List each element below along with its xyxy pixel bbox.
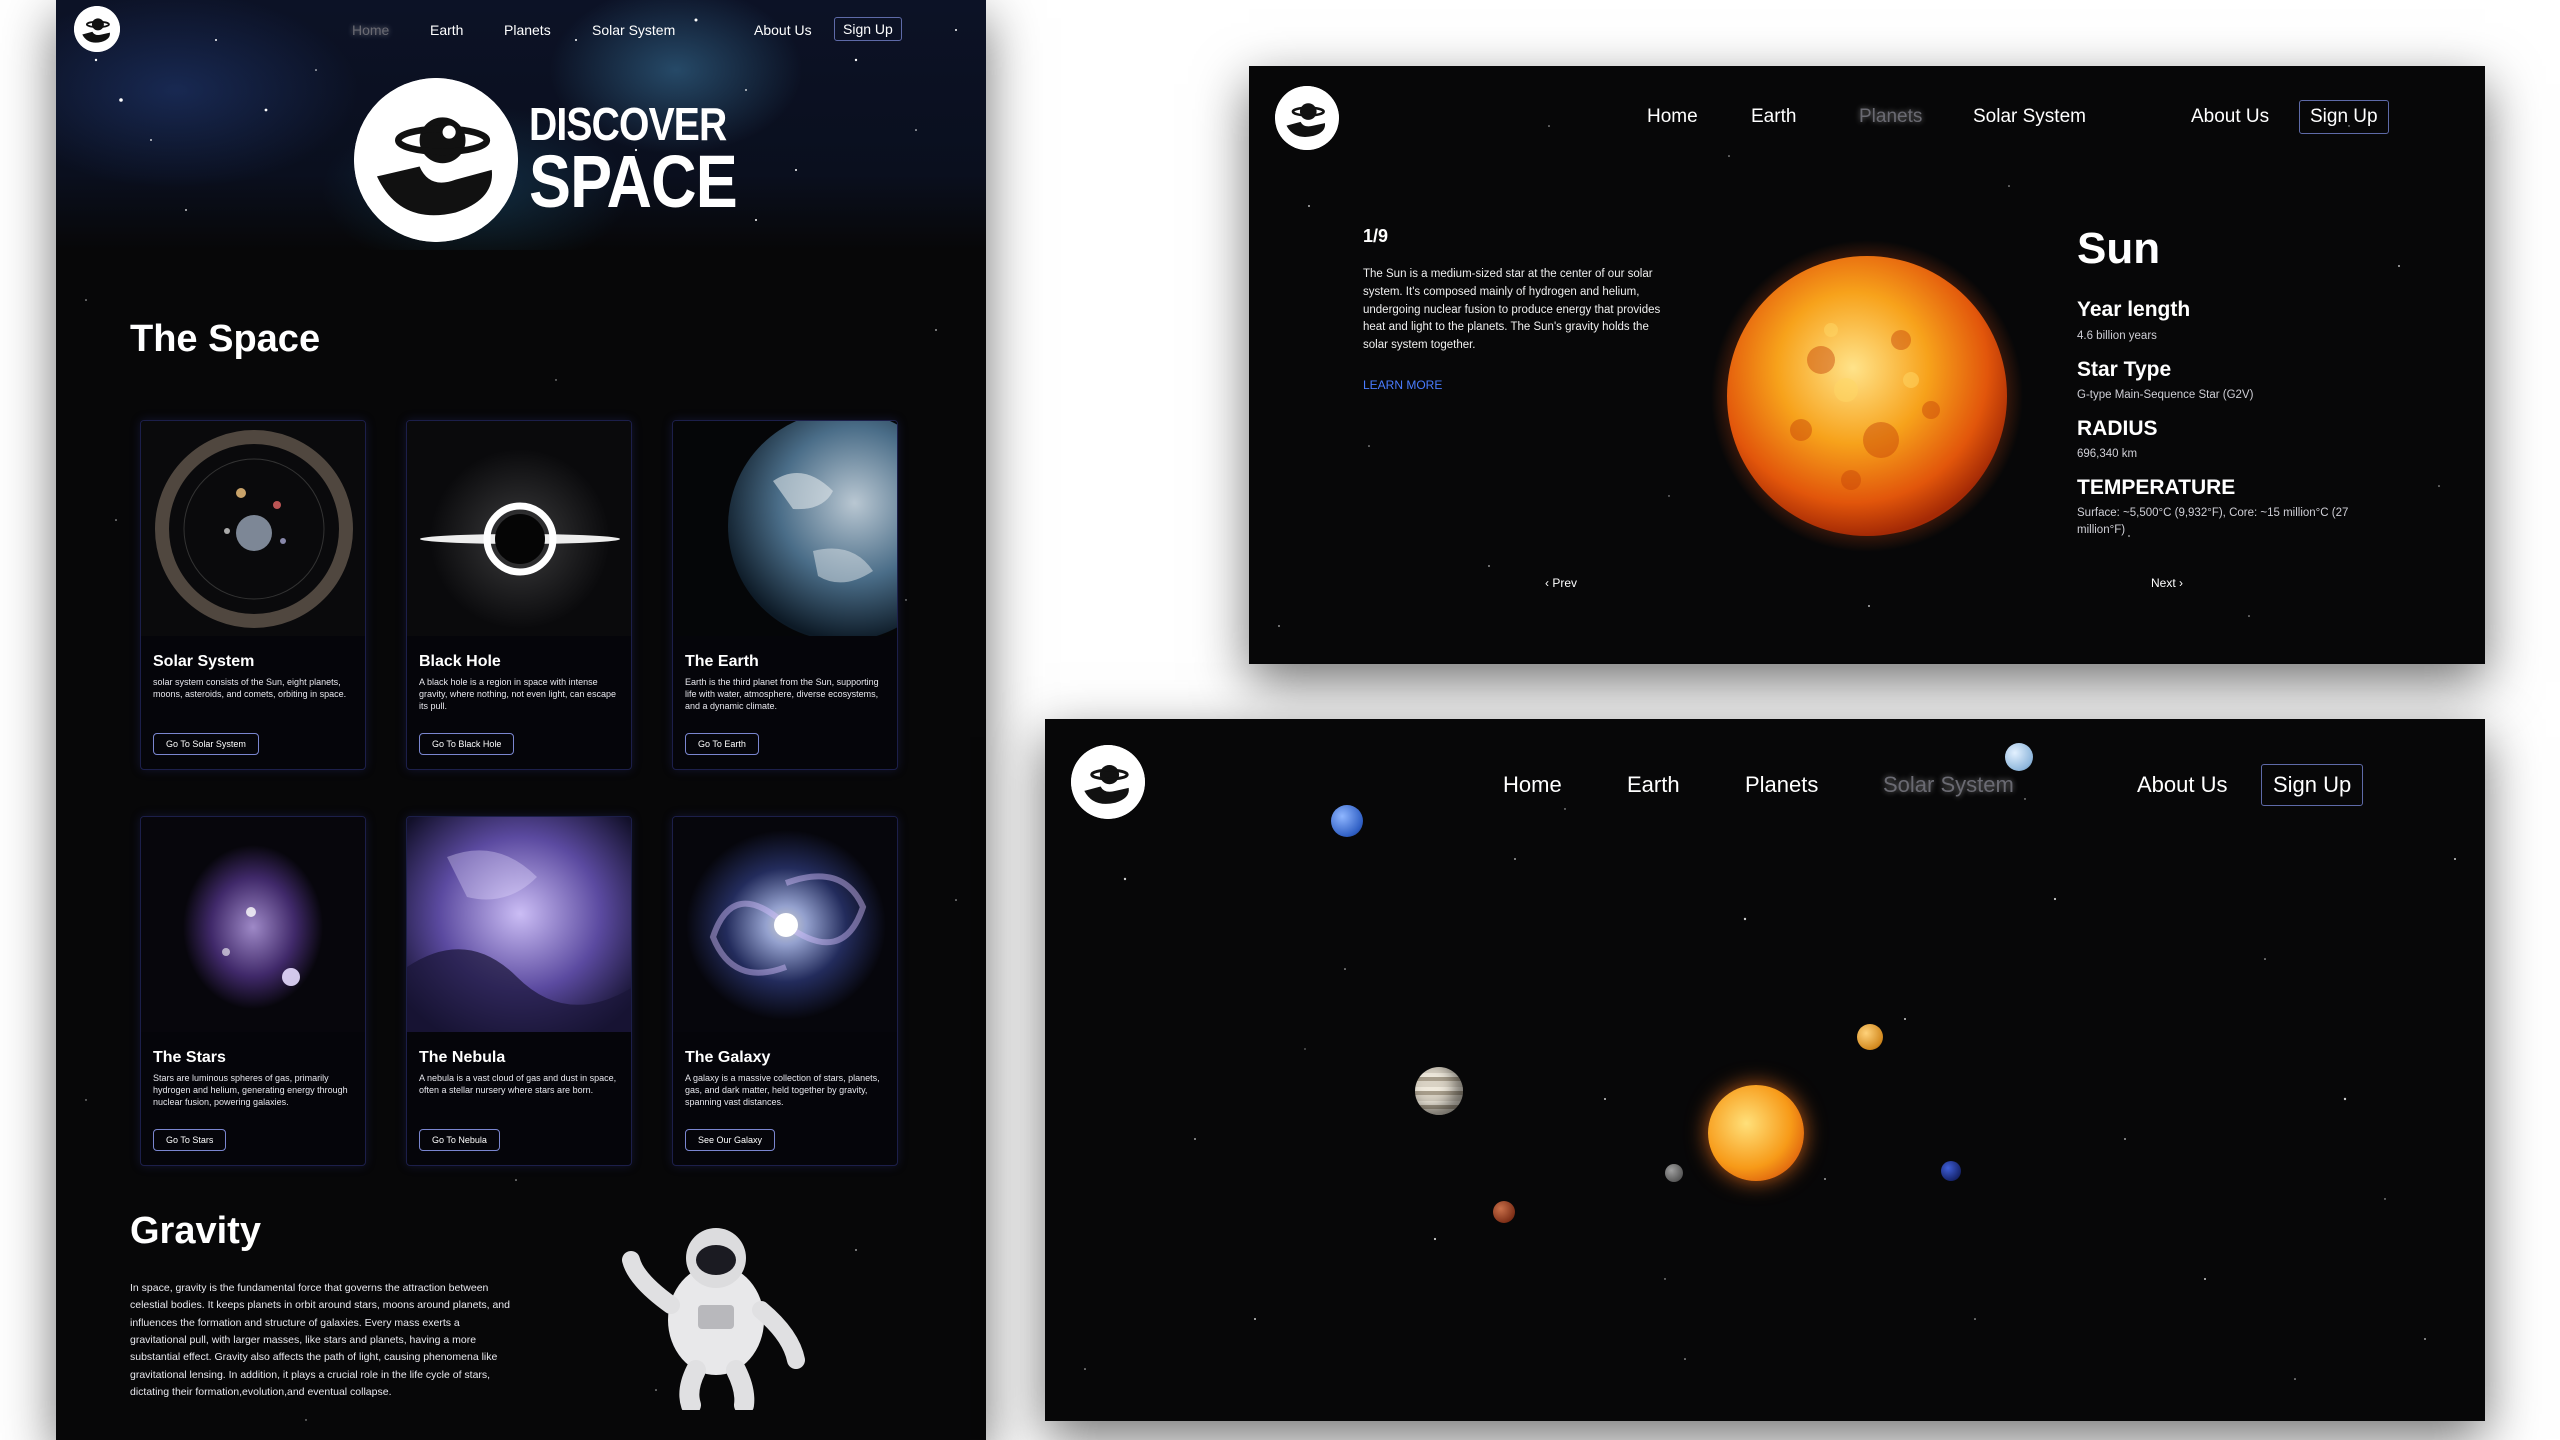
sun-planet[interactable] bbox=[1708, 1085, 1804, 1181]
solar-system-image bbox=[141, 421, 365, 636]
nav-home[interactable]: Home bbox=[352, 22, 389, 38]
learn-more-link[interactable]: LEARN MORE bbox=[1363, 378, 1442, 392]
go-to-earth-button[interactable]: Go To Earth bbox=[685, 733, 759, 755]
nav-solar-system[interactable]: Solar System bbox=[1883, 772, 2014, 798]
earth-planet[interactable] bbox=[1941, 1161, 1961, 1181]
stat-label: TEMPERATURE bbox=[2077, 476, 2236, 499]
go-to-stars-button[interactable]: Go To Stars bbox=[153, 1129, 227, 1151]
solar-system-mockup: Home Earth Planets Solar System About Us… bbox=[1045, 719, 2485, 1421]
stat-label: Year length bbox=[2077, 298, 2191, 321]
planet-detail-mockup: Home Earth Planets Solar System About Us… bbox=[1249, 66, 2485, 664]
stat-value: G-type Main-Sequence Star (G2V) bbox=[2077, 389, 2254, 401]
planet-description: The Sun is a medium-sized star at the ce… bbox=[1363, 268, 1661, 352]
go-to-black-hole-button[interactable]: Go To Black Hole bbox=[419, 733, 515, 755]
card-nebula: The Nebula A nebula is a vast cloud of g… bbox=[406, 816, 632, 1166]
starfield bbox=[1084, 798, 2456, 1380]
nav-home[interactable]: Home bbox=[1503, 772, 1562, 798]
card-description: A galaxy is a massive collection of star… bbox=[685, 1073, 880, 1108]
card-earth: The Earth Earth is the third planet from… bbox=[672, 420, 898, 770]
card-stars: The Stars Stars are luminous spheres of … bbox=[140, 816, 366, 1166]
go-to-nebula-button[interactable]: Go To Nebula bbox=[419, 1129, 500, 1151]
hero-title: DISCOVER SPACE bbox=[529, 101, 738, 223]
nav-earth[interactable]: Earth bbox=[430, 22, 463, 38]
stat-label: RADIUS bbox=[2077, 417, 2158, 440]
stat-value: 4.6 billion years bbox=[2077, 330, 2157, 342]
logo-icon[interactable] bbox=[74, 6, 120, 52]
see-our-galaxy-button[interactable]: See Our Galaxy bbox=[685, 1129, 776, 1151]
sun-image bbox=[1711, 240, 2023, 552]
nav-solar-system[interactable]: Solar System bbox=[592, 22, 675, 38]
next-button[interactable]: Next › bbox=[2151, 576, 2183, 590]
nav-solar-system[interactable]: Solar System bbox=[1973, 106, 2086, 128]
prev-button[interactable]: ‹ Prev bbox=[1545, 576, 1577, 590]
card-title: The Stars bbox=[153, 1049, 226, 1066]
card-galaxy: The Galaxy A galaxy is a massive collect… bbox=[672, 816, 898, 1166]
nebula-image bbox=[407, 817, 631, 1032]
stat-label: Star Type bbox=[2077, 358, 2172, 381]
card-description: A nebula is a vast cloud of gas and dust… bbox=[419, 1073, 617, 1096]
home-page-mockup: Home Earth Planets Solar System About Us… bbox=[56, 0, 986, 1440]
uranus-planet[interactable] bbox=[2005, 743, 2033, 771]
nav-planets[interactable]: Planets bbox=[504, 22, 551, 38]
card-description: A black hole is a region in space with i… bbox=[419, 677, 616, 712]
stat-value: Surface: ~5,500°C (9,932°F), Core: ~15 m… bbox=[2077, 507, 2349, 537]
slide-counter: 1/9 bbox=[1363, 226, 1389, 246]
hero-title-line2: SPACE bbox=[529, 139, 738, 223]
mars-planet[interactable] bbox=[1493, 1201, 1515, 1223]
planet-name: Sun bbox=[2077, 224, 2161, 273]
card-solar-system: Solar System solar system consists of th… bbox=[140, 420, 366, 770]
section-title: The Space bbox=[130, 318, 321, 360]
signup-button[interactable]: Sign Up bbox=[834, 17, 902, 41]
nav-about[interactable]: About Us bbox=[2137, 772, 2228, 798]
astronaut-image bbox=[616, 1210, 816, 1415]
go-to-solar-system-button[interactable]: Go To Solar System bbox=[153, 733, 259, 755]
logo-icon[interactable] bbox=[1071, 745, 1145, 819]
jupiter-planet[interactable] bbox=[1415, 1067, 1463, 1115]
card-title: Solar System bbox=[153, 653, 255, 670]
stat-value: 696,340 km bbox=[2077, 448, 2138, 460]
card-description: Earth is the third planet from the Sun, … bbox=[685, 677, 879, 712]
signup-button[interactable]: Sign Up bbox=[2299, 100, 2389, 134]
neptune-planet[interactable] bbox=[1331, 805, 1363, 837]
nav-earth[interactable]: Earth bbox=[1627, 772, 1680, 798]
nav-planets[interactable]: Planets bbox=[1859, 106, 1922, 128]
logo-icon[interactable] bbox=[1275, 86, 1339, 150]
earth-image bbox=[673, 421, 897, 636]
signup-button[interactable]: Sign Up bbox=[2261, 764, 2364, 806]
card-title: The Galaxy bbox=[685, 1049, 771, 1066]
black-hole-image bbox=[407, 421, 631, 636]
nav-planets[interactable]: Planets bbox=[1745, 772, 1818, 798]
card-title: Black Hole bbox=[419, 653, 501, 670]
saturn-planet[interactable] bbox=[1857, 1024, 1883, 1050]
nav-home[interactable]: Home bbox=[1647, 106, 1698, 128]
gravity-text: In space, gravity is the fundamental for… bbox=[130, 1282, 510, 1398]
card-title: The Earth bbox=[685, 653, 759, 670]
nav-about[interactable]: About Us bbox=[2191, 106, 2269, 128]
card-title: The Nebula bbox=[419, 1049, 506, 1066]
hero-logo-icon bbox=[354, 78, 518, 242]
nav-about[interactable]: About Us bbox=[754, 22, 812, 38]
mercury-planet[interactable] bbox=[1665, 1164, 1683, 1182]
gravity-title: Gravity bbox=[130, 1210, 261, 1252]
card-black-hole: Black Hole A black hole is a region in s… bbox=[406, 420, 632, 770]
nav-earth[interactable]: Earth bbox=[1751, 106, 1796, 128]
card-description: Stars are luminous spheres of gas, prima… bbox=[153, 1073, 348, 1108]
stars-image bbox=[141, 817, 365, 1032]
galaxy-image bbox=[673, 817, 897, 1032]
card-description: solar system consists of the Sun, eight … bbox=[153, 677, 347, 700]
